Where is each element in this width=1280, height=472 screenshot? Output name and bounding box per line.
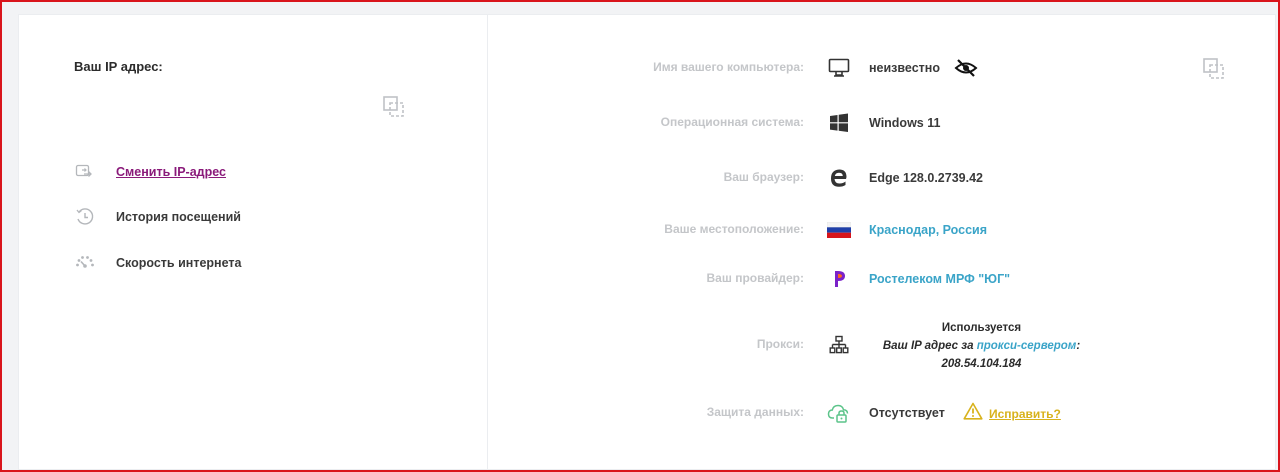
ip-address-label: Ваш IP адрес: xyxy=(74,59,163,74)
provider-value[interactable]: Ростелеком МРФ "ЮГ" xyxy=(869,272,1010,286)
os-value: Windows 11 xyxy=(869,116,941,130)
provider-row: Ваш провайдер: Ростелеком МРФ "ЮГ" xyxy=(489,267,1275,291)
swap-arrows-icon xyxy=(74,162,96,182)
history-clock-icon xyxy=(74,207,96,227)
proxy-desc-suffix: : xyxy=(1076,340,1081,352)
protection-value: Отсутствует xyxy=(869,406,945,420)
fix-link[interactable]: Исправить? xyxy=(989,407,1061,421)
os-label: Операционная система: xyxy=(660,115,804,129)
russia-flag-icon xyxy=(827,218,851,242)
change-ip-menu-item[interactable]: Сменить IP-адрес xyxy=(74,162,226,182)
computer-name-row: Имя вашего компьютера: неизвестно xyxy=(489,56,1275,80)
cloud-lock-icon xyxy=(827,401,851,425)
network-hierarchy-icon xyxy=(827,333,851,357)
copy-ip-icon[interactable] xyxy=(382,95,406,119)
speed-menu-item[interactable]: Скорость интернета xyxy=(74,253,241,273)
proxy-ip: 208.54.104.184 xyxy=(941,358,1022,370)
browser-label: Ваш браузер: xyxy=(723,170,804,184)
system-info-panel: Имя вашего компьютера: неизвестно Операц… xyxy=(489,15,1275,469)
proxy-status: Используется xyxy=(941,322,1022,334)
history-menu-item[interactable]: История посещений xyxy=(74,207,241,227)
change-ip-link[interactable]: Сменить IP-адрес xyxy=(116,165,226,179)
protection-label: Защита данных: xyxy=(706,405,804,419)
browser-value: Edge 128.0.2739.42 xyxy=(869,171,983,185)
proxy-description: Ваш IP адрес за прокси-сервером: xyxy=(869,337,1094,355)
rostelecom-logo-icon xyxy=(827,267,851,291)
location-value[interactable]: Краснодар, Россия xyxy=(869,223,987,237)
speed-label[interactable]: Скорость интернета xyxy=(116,256,241,270)
eye-slash-icon[interactable] xyxy=(954,58,978,78)
history-label[interactable]: История посещений xyxy=(116,210,241,224)
fix-protection[interactable]: Исправить? xyxy=(963,402,1061,425)
os-row: Операционная система: Windows 11 xyxy=(489,111,1275,135)
location-row: Ваше местоположение: Краснодар, Россия xyxy=(489,218,1275,242)
ip-panel: Ваш IP адрес: Сменить IP-адрес История п… xyxy=(19,15,488,469)
edge-logo-icon xyxy=(827,166,851,190)
windows-logo-icon xyxy=(827,111,851,135)
computer-name-label: Имя вашего компьютера: xyxy=(653,60,804,74)
location-label: Ваше местоположение: xyxy=(664,222,804,236)
proxy-desc-prefix: Ваш IP адрес за xyxy=(882,340,977,352)
computer-name-value: неизвестно xyxy=(869,61,940,75)
provider-label: Ваш провайдер: xyxy=(706,271,804,285)
proxy-label: Прокси: xyxy=(756,337,804,351)
speedometer-icon xyxy=(74,253,96,273)
proxy-server-link[interactable]: прокси-сервером xyxy=(977,340,1077,352)
monitor-icon xyxy=(827,56,851,80)
ip-info-card: Ваш IP адрес: Сменить IP-адрес История п… xyxy=(18,14,1276,470)
proxy-details: Используется Ваш IP адрес за прокси-серв… xyxy=(869,319,1094,373)
protection-row: Защита данных: Отсутствует Исправить? xyxy=(489,401,1275,425)
warning-icon xyxy=(963,402,983,425)
browser-row: Ваш браузер: Edge 128.0.2739.42 xyxy=(489,166,1275,190)
